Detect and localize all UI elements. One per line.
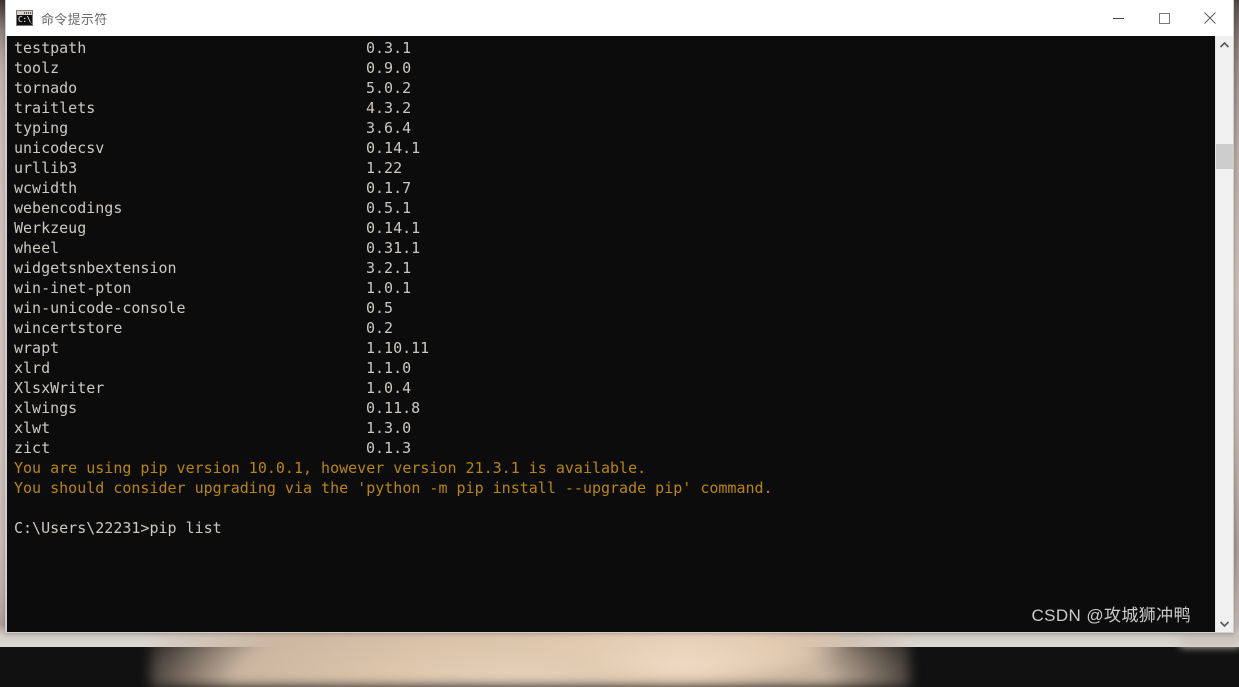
- minimize-icon: [1112, 17, 1124, 19]
- cmd-console-icon: C:\_: [16, 10, 33, 26]
- package-version: 0.2: [366, 319, 394, 337]
- icon-prompt-glyph: C:\_: [18, 15, 32, 24]
- package-name: Werkzeug: [14, 219, 87, 237]
- package-version: 1.22: [366, 159, 403, 177]
- package-row: xlrd 1.1.0: [14, 358, 1215, 378]
- package-row: win-unicode-console 0.5: [14, 298, 1215, 318]
- package-name: wcwidth: [14, 179, 78, 197]
- scroll-up-arrow-icon: [1220, 41, 1229, 48]
- package-row: testpath 0.3.1: [14, 38, 1215, 58]
- window-controls: [1095, 0, 1233, 36]
- package-version: 0.5.1: [366, 199, 412, 217]
- package-row: xlwings 0.11.8: [14, 398, 1215, 418]
- package-version: 1.1.0: [366, 359, 412, 377]
- package-name: xlwings: [14, 399, 78, 417]
- package-row: wincertstore 0.2: [14, 318, 1215, 338]
- console-output-text: testpath 0.3.1 toolz 0.9.0 tornado 5.0.2 trait…: [14, 38, 1215, 538]
- package-version: 0.3.1: [366, 39, 412, 57]
- package-name: webencodings: [14, 199, 123, 217]
- command-prompt-window: C:\_ 命令提示符 testpat: [5, 0, 1234, 633]
- package-row: wheel 0.31.1: [14, 238, 1215, 258]
- package-name: traitlets: [14, 99, 96, 117]
- package-name: tornado: [14, 79, 78, 97]
- scroll-down-arrow-icon: [1220, 620, 1229, 627]
- scrollbar-down-button[interactable]: [1216, 615, 1233, 632]
- csdn-watermark: CSDN @攻城狮冲鸭: [1031, 606, 1191, 625]
- package-version: 0.5: [366, 299, 394, 317]
- package-version: 3.6.4: [366, 119, 412, 137]
- console-warning-line: You are using pip version 10.0.1, howeve…: [14, 459, 647, 477]
- package-name: XlsxWriter: [14, 379, 105, 397]
- package-row: wcwidth 0.1.7: [14, 178, 1215, 198]
- package-row: wrapt 1.10.11: [14, 338, 1215, 358]
- package-row: traitlets 4.3.2: [14, 98, 1215, 118]
- package-version: 4.3.2: [366, 99, 412, 117]
- package-version: 0.9.0: [366, 59, 412, 77]
- package-row: typing 3.6.4: [14, 118, 1215, 138]
- scrollbar-track[interactable]: [1216, 53, 1233, 615]
- package-name: toolz: [14, 59, 60, 77]
- package-row: widgetsnbextension 3.2.1: [14, 258, 1215, 278]
- package-row: Werkzeug 0.14.1: [14, 218, 1215, 238]
- package-row: urllib3 1.22: [14, 158, 1215, 178]
- package-version: 1.0.4: [366, 379, 412, 397]
- package-name: wincertstore: [14, 319, 123, 337]
- package-version: 0.11.8: [366, 399, 421, 417]
- console-body: testpath 0.3.1 toolz 0.9.0 tornado 5.0.2 trait…: [6, 36, 1233, 632]
- minimize-button[interactable]: [1095, 0, 1141, 36]
- package-version: 1.10.11: [366, 339, 430, 357]
- package-name: wheel: [14, 239, 60, 257]
- console-warning-line: You should consider upgrading via the 'p…: [14, 479, 773, 497]
- maximize-button[interactable]: [1141, 0, 1187, 36]
- package-version: 3.2.1: [366, 259, 412, 277]
- package-name: win-unicode-console: [14, 299, 186, 317]
- package-row: webencodings 0.5.1: [14, 198, 1215, 218]
- package-name: xlwt: [14, 419, 51, 437]
- package-version: 0.14.1: [366, 219, 421, 237]
- maximize-icon: [1158, 12, 1170, 24]
- package-version: 0.1.7: [366, 179, 412, 197]
- package-version: 1.3.0: [366, 419, 412, 437]
- close-button[interactable]: [1187, 0, 1233, 36]
- title-bar[interactable]: C:\_ 命令提示符: [6, 0, 1233, 36]
- package-version: 0.1.3: [366, 439, 412, 457]
- package-version: 0.31.1: [366, 239, 421, 257]
- package-name: widgetsnbextension: [14, 259, 177, 277]
- package-row: toolz 0.9.0: [14, 58, 1215, 78]
- package-name: typing: [14, 119, 69, 137]
- scrollbar-thumb[interactable]: [1216, 144, 1233, 169]
- package-name: wrapt: [14, 339, 60, 357]
- package-row: xlwt 1.3.0: [14, 418, 1215, 438]
- package-row: tornado 5.0.2: [14, 78, 1215, 98]
- package-name: win-inet-pton: [14, 279, 132, 297]
- close-icon: [1204, 12, 1216, 24]
- package-version: 1.0.1: [366, 279, 412, 297]
- package-name: unicodecsv: [14, 139, 105, 157]
- package-name: testpath: [14, 39, 87, 57]
- package-row: XlsxWriter 1.0.4: [14, 378, 1215, 398]
- console-screen[interactable]: testpath 0.3.1 toolz 0.9.0 tornado 5.0.2 trait…: [7, 36, 1215, 632]
- package-name: urllib3: [14, 159, 78, 177]
- package-name: xlrd: [14, 359, 51, 377]
- console-scrollbar[interactable]: [1215, 36, 1233, 632]
- window-title: 命令提示符: [41, 11, 108, 27]
- package-row: win-inet-pton 1.0.1: [14, 278, 1215, 298]
- package-name: zict: [14, 439, 51, 457]
- command-prompt-line: C:\Users\22231>pip list: [14, 519, 222, 537]
- package-version: 5.0.2: [366, 79, 412, 97]
- package-row: unicodecsv 0.14.1: [14, 138, 1215, 158]
- scrollbar-up-button[interactable]: [1216, 36, 1233, 53]
- package-row: zict 0.1.3: [14, 438, 1215, 458]
- package-version: 0.14.1: [366, 139, 421, 157]
